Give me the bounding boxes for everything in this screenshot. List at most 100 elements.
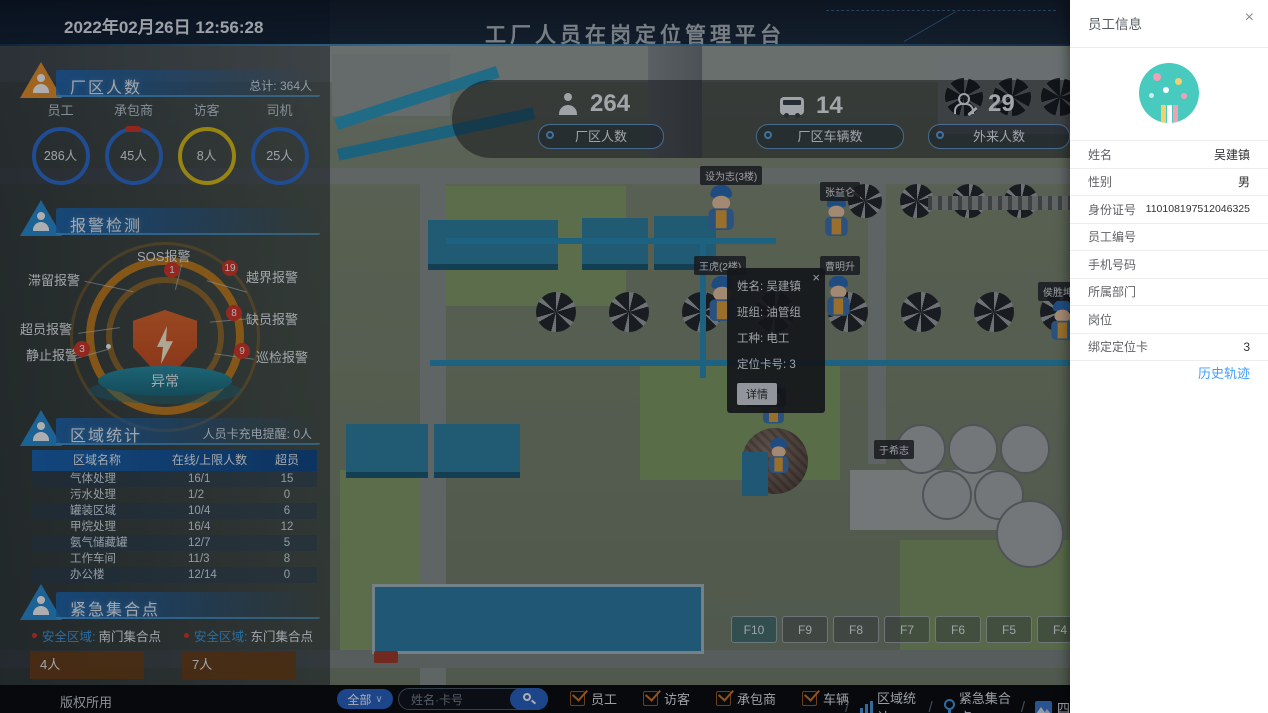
checkbox-label: 员工 [591,689,617,708]
sidebar: 厂区人数 总计: 364人 员工 286人 承包商 45人 访客 [0,0,330,713]
map-label: 于希志 [874,440,914,459]
donut-value: 45人 [109,131,159,181]
map-label: 张益仑 [820,182,860,201]
search-button[interactable] [510,688,548,710]
top-bar: 2022年02月26日 12:56:28 工厂人员在岗定位管理平台 [0,0,1070,46]
person-type-donut: 员工 286人 [24,100,97,185]
menu-region-stats[interactable]: 区域统计 [859,688,918,713]
alarm-badge-still: 3 [74,341,90,357]
worker-marker[interactable] [822,196,851,238]
menu-emergency-points[interactable]: 紧急集合点 [943,688,1011,713]
topbar-decor [904,11,956,42]
alarm-label-linger: 滞留报警 [28,270,80,289]
filter-checkbox[interactable]: 访客 [643,689,690,708]
checkbox-icon [716,691,731,706]
stat-label-factory-vehicles: 厂区车辆数 [756,124,904,149]
menu-map-view[interactable]: 四 [1035,698,1070,713]
table-body: 气体处理 16/1 15 污水处理 1/2 0 罐装区域 10/4 6 甲烷处理… [32,471,317,583]
employee-info-panel: 员工信息 × 姓名 吴建镇 性别 男 身份证号 1101081975120463… [1070,0,1268,713]
datetime: 2022年02月26日 12:56:28 [64,13,263,38]
bar-chart-icon [859,700,872,713]
checkbox-label: 承包商 [737,689,776,708]
field-label: 岗位 [1088,311,1112,328]
field-label: 绑定定位卡 [1088,338,1148,355]
bottom-menus: / 区域统计 / 紧急集合点 / 四 [845,688,1070,713]
topbar-decor [826,10,1056,11]
dot-icon [184,633,189,638]
checkbox-label: 访客 [664,689,690,708]
donut-value: 286人 [36,131,86,181]
employee-fields: 姓名 吴建镇 性别 男 身份证号 110108197512046325 员工编号… [1070,140,1268,361]
checkbox-icon [643,691,658,706]
stat-factory-vehicles: 14 [780,92,843,120]
map-label: 设为志(3楼) [700,166,762,185]
worker-marker[interactable] [705,185,737,232]
stat-label-factory-people: 厂区人数 [538,124,664,149]
filter-dropdown[interactable]: 全部 ∨ [337,689,393,709]
floor-button[interactable]: F5 [986,616,1032,643]
field-label: 员工编号 [1088,228,1136,245]
divider [1070,47,1268,48]
worker-marker[interactable] [824,276,853,318]
map-label: 曹明升 [820,256,860,275]
dot-icon [546,131,554,139]
close-icon[interactable]: × [1245,9,1254,27]
floor-button[interactable]: F8 [833,616,879,643]
bottom-bar: 版权所用 全部 ∨ 员工 访客 承包商 车辆 [0,685,1070,713]
worker-marker[interactable] [1048,300,1070,342]
detail-button[interactable]: 详情 [737,383,777,405]
field-value: 吴建镇 [1214,146,1250,163]
image-icon [1035,701,1052,713]
alarm-label-understaff: 缺员报警 [246,309,298,328]
alarm-badge-sos: 1 [164,262,180,278]
checkbox-icon [570,691,585,706]
field-row: 岗位 [1070,306,1268,334]
table-header: 区域名称 在线/上限人数 超员 [32,450,317,471]
person-type-donuts: 员工 286人 承包商 45人 访客 8人 司机 [24,100,316,185]
assembly-count-bar: 4人 [30,651,144,679]
bus-icon [780,97,804,115]
filter-checkbox[interactable]: 承包商 [716,689,776,708]
field-row: 手机号码 [1070,251,1268,279]
point-name: 南门集合点 [98,626,161,645]
stat-value: 264 [590,90,630,118]
app-window: 设为志(3楼)张益仑王虎(2楼)曹明升侯胜坤氨新楼于希志 264 厂区人数 14… [0,0,1268,713]
field-row: 员工编号 [1070,224,1268,252]
floor-button[interactable]: F9 [782,616,828,643]
alarm-label-still: 静止报警 [26,345,78,364]
tooltip-row: 工种: 电工 [737,330,817,346]
person-type-donut: 访客 8人 [170,100,243,185]
floor-button[interactable]: F7 [884,616,930,643]
worker-marker[interactable] [766,438,791,474]
assembly-points: 安全区域: 南门集合点 4人 安全区域: 东门集合点 7人 [30,626,334,679]
field-row: 性别 男 [1070,169,1268,197]
filter-checkbox[interactable]: 员工 [570,689,617,708]
tooltip-row: 定位卡号: 3 [737,356,817,372]
table-row: 氨气储藏罐 12/7 5 [32,535,317,551]
field-value: 3 [1243,340,1250,354]
stat-value: 29 [988,90,1015,118]
donut-ring: 286人 [32,127,90,185]
donut-ring: 45人 [105,127,163,185]
history-track-link[interactable]: 历史轨迹 [1198,363,1250,382]
alarm-badge-patrol: 9 [234,343,250,359]
search-input[interactable] [409,690,508,710]
donut-ring: 25人 [251,127,309,185]
table-row: 工作车间 11/3 8 [32,551,317,567]
dot-icon [32,633,37,638]
section-header-alarm: 报警检测 [56,208,320,235]
floor-button[interactable]: F6 [935,616,981,643]
alarm-label-sos: SOS报警 [137,246,190,265]
section-title: 厂区人数 [70,74,142,98]
table-row: 罐装区域 10/4 6 [32,503,317,519]
stat-outsiders: 29 [954,90,1015,118]
stat-factory-people: 264 [558,90,630,118]
floor-button[interactable]: F10 [731,616,777,643]
filter-checkbox[interactable]: 车辆 [802,689,849,708]
alarm-badge-understaff: 8 [226,305,242,321]
assembly-count-bar: 7人 [182,651,296,679]
donut-label: 承包商 [97,100,170,119]
field-label: 姓名 [1088,146,1112,163]
location-pin-icon [943,699,954,713]
close-icon[interactable]: × [812,270,820,285]
